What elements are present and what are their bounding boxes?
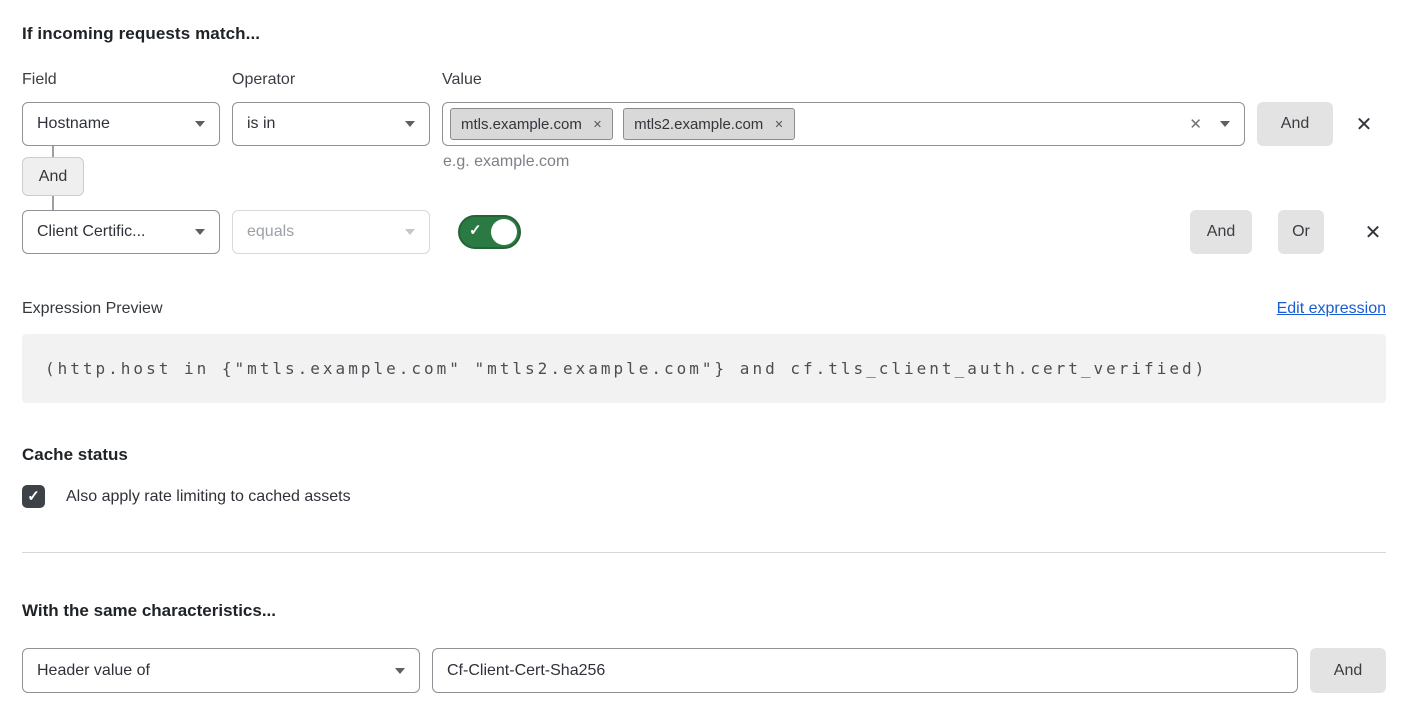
connector-band: And e.g. example.com: [22, 146, 1386, 210]
cache-status-title: Cache status: [22, 445, 1386, 465]
characteristic-select[interactable]: Header value of: [22, 648, 420, 693]
header-name-input[interactable]: [432, 648, 1298, 693]
cached-assets-checkbox-label: Also apply rate limiting to cached asset…: [66, 488, 351, 506]
chevron-down-icon: [195, 121, 205, 127]
value-tag: mtls2.example.com ✕: [623, 108, 794, 140]
cache-status-row: ✓ Also apply rate limiting to cached ass…: [22, 485, 1386, 508]
value-multiselect[interactable]: mtls.example.com ✕ mtls2.example.com ✕ ✕: [442, 102, 1245, 146]
characteristics-row: Header value of And: [22, 648, 1386, 693]
operator-select-2-value: equals: [247, 223, 294, 241]
operator-select-2: equals: [232, 210, 430, 254]
check-icon: ✓: [27, 489, 40, 504]
value-label: Value: [442, 71, 482, 89]
expression-header: Expression Preview Edit expression: [22, 300, 1386, 318]
operator-label: Operator: [232, 71, 442, 89]
remove-tag-icon[interactable]: ✕: [774, 118, 783, 131]
operator-select-1-value: is in: [247, 115, 275, 133]
characteristic-select-value: Header value of: [37, 662, 150, 680]
chevron-down-icon: [405, 229, 415, 235]
value-helper-text: e.g. example.com: [443, 153, 569, 171]
chevron-down-icon[interactable]: [1220, 121, 1230, 127]
rate-limiting-rule-form: If incoming requests match... Field Oper…: [0, 0, 1420, 720]
value-select-controls: ✕: [1189, 117, 1230, 132]
expression-code: (http.host in {"mtls.example.com" "mtls2…: [22, 334, 1386, 403]
chevron-down-icon: [405, 121, 415, 127]
cert-verified-toggle[interactable]: ✓: [458, 215, 521, 249]
chevron-down-icon: [195, 229, 205, 235]
operator-select-1[interactable]: is in: [232, 102, 430, 146]
connector-column: And: [22, 146, 84, 210]
field-select-2[interactable]: Client Certific...: [22, 210, 220, 254]
characteristics-title: With the same characteristics...: [22, 601, 1386, 621]
value-tag-text: mtls2.example.com: [634, 116, 763, 133]
toggle-knob: [491, 219, 517, 245]
connector-line: [52, 146, 54, 157]
condition-row-2: Client Certific... equals ✓ And Or ✕: [22, 210, 1386, 254]
condition-labels: Field Operator Value: [22, 71, 1386, 89]
field-select-1-value: Hostname: [37, 115, 110, 133]
clear-all-icon[interactable]: ✕: [1189, 117, 1202, 132]
row-2-controls: And Or ✕: [1190, 210, 1386, 254]
check-icon: ✓: [469, 221, 482, 239]
add-or-condition-button[interactable]: Or: [1278, 210, 1324, 254]
condition-row-1: Hostname is in mtls.example.com ✕ mtls2.…: [22, 102, 1386, 146]
value-tag-text: mtls.example.com: [461, 116, 582, 133]
add-and-condition-button[interactable]: And: [1257, 102, 1333, 146]
add-and-condition-button[interactable]: And: [1190, 210, 1252, 254]
match-section-title: If incoming requests match...: [22, 24, 1386, 44]
field-select-1[interactable]: Hostname: [22, 102, 220, 146]
delete-condition-icon[interactable]: ✕: [1360, 210, 1386, 254]
section-divider: [22, 552, 1386, 553]
field-select-2-value: Client Certific...: [37, 223, 145, 241]
remove-tag-icon[interactable]: ✕: [593, 118, 602, 131]
expression-preview-label: Expression Preview: [22, 300, 163, 318]
connector-and-chip[interactable]: And: [22, 157, 84, 196]
add-characteristic-button[interactable]: And: [1310, 648, 1386, 693]
chevron-down-icon: [395, 668, 405, 674]
cached-assets-checkbox[interactable]: ✓: [22, 485, 45, 508]
field-label: Field: [22, 71, 232, 89]
value-tag: mtls.example.com ✕: [450, 108, 613, 140]
edit-expression-link[interactable]: Edit expression: [1277, 300, 1386, 318]
connector-line: [52, 196, 54, 210]
delete-condition-icon[interactable]: ✕: [1351, 102, 1377, 146]
